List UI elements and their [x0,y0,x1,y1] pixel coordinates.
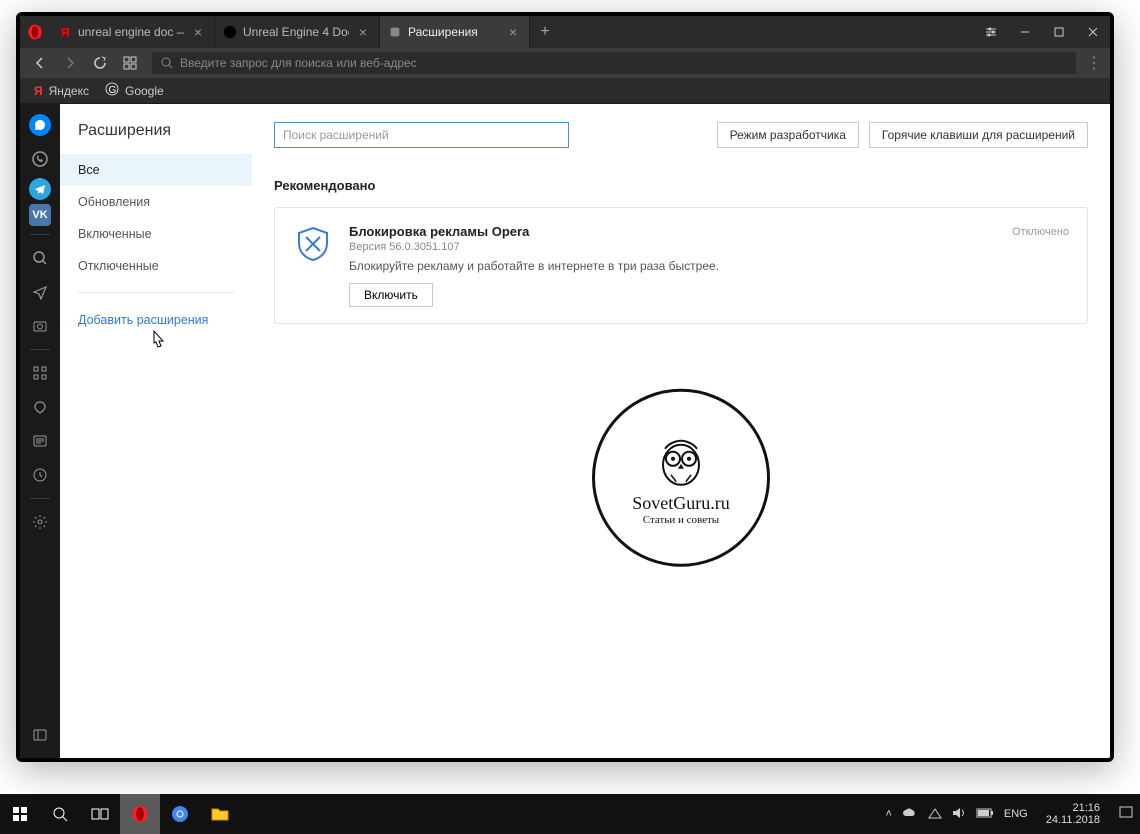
yandex-icon: Я [34,84,43,98]
bookmarks-bar: Я Яндекс G Google [20,78,1110,104]
adblock-icon [293,224,333,264]
nav-disabled[interactable]: Отключенные [60,250,252,282]
tray-date: 24.11.2018 [1046,814,1100,826]
dev-mode-button[interactable]: Режим разработчика [717,122,859,148]
watermark-title: SovetGuru.ru [632,492,730,513]
tab-label: unreal engine doc — Янд [78,25,184,39]
taskbar-chrome[interactable] [160,794,200,834]
enable-button[interactable]: Включить [349,283,433,307]
section-heading: Рекомендовано [274,178,1088,193]
page-title: Расширения [60,122,252,154]
tray-lang[interactable]: ENG [1004,808,1028,820]
google-icon: G [105,82,119,99]
bookmark-google[interactable]: G Google [105,82,164,99]
new-tab-button[interactable]: + [530,16,560,48]
tray-onedrive-icon[interactable] [902,807,918,822]
watermark: SovetGuru.ru Статьи и советы [591,388,771,568]
maximize-button[interactable] [1042,16,1076,48]
address-bar[interactable] [152,52,1076,74]
search-extensions-input[interactable] [274,122,569,148]
extension-card: Блокировка рекламы Opera Версия 56.0.305… [274,207,1088,324]
search-icon[interactable] [25,243,55,273]
close-icon[interactable]: × [355,24,371,40]
bookmarks-icon[interactable] [25,392,55,422]
add-extensions-link[interactable]: Добавить расширения [60,303,252,337]
extensions-sidebar: Расширения Все Обновления Включенные Отк… [60,104,252,758]
easy-setup-icon[interactable] [974,16,1008,48]
vk-icon[interactable]: VK [29,204,51,226]
extension-name: Блокировка рекламы Opera [349,224,1069,239]
rail-separator [30,349,50,350]
tray-volume-icon[interactable] [952,807,966,822]
taskbar-explorer[interactable] [200,794,240,834]
minimize-button[interactable] [1008,16,1042,48]
address-input[interactable] [180,56,1068,70]
search-taskbar-icon[interactable] [40,794,80,834]
hotkeys-button[interactable]: Горячие клавиши для расширений [869,122,1088,148]
tray-chevron-icon[interactable]: ˄ [885,808,891,820]
speed-dial-icon[interactable] [25,358,55,388]
messenger-icon[interactable] [29,114,51,136]
opera-logo-icon[interactable] [20,16,50,48]
bookmark-label: Google [125,84,164,98]
rail-separator [30,234,50,235]
nav-enabled[interactable]: Включенные [60,218,252,250]
extension-status: Отключено [1012,226,1069,238]
tab-2[interactable]: Unreal Engine 4 Documen × [215,16,380,48]
history-icon[interactable] [25,460,55,490]
taskbar-opera[interactable] [120,794,160,834]
tab-label: Unreal Engine 4 Documen [243,25,349,39]
close-button[interactable] [1076,16,1110,48]
bookmark-label: Яндекс [49,84,89,98]
yandex-favicon-icon: Я [58,25,72,39]
snapshot-icon[interactable] [25,311,55,341]
tab-strip: Я unreal engine doc — Янд × Unreal Engin… [50,16,974,48]
telegram-icon[interactable] [29,178,51,200]
close-icon[interactable]: × [505,24,521,40]
search-icon [160,56,174,70]
taskbar: ˄ ENG 21:16 24.11.2018 [0,794,1140,834]
tray-time: 21:16 [1046,802,1100,814]
divider [78,292,234,293]
settings-icon[interactable] [25,507,55,537]
rail-separator [30,498,50,499]
tray-battery-icon[interactable] [976,808,994,821]
start-button[interactable] [0,794,40,834]
speed-dial-button[interactable] [116,51,144,75]
svg-text:Я: Я [61,25,70,39]
tab-label: Расширения [408,25,499,39]
extension-description: Блокируйте рекламу и работайте в интерне… [349,259,1069,273]
flow-icon[interactable] [25,277,55,307]
menu-button[interactable]: ⋮ [1084,53,1104,73]
extensions-page: Расширения Все Обновления Включенные Отк… [60,104,1110,758]
forward-button[interactable] [56,51,84,75]
extensions-favicon-icon [388,25,402,39]
toolbar: ⋮ [20,48,1110,78]
whatsapp-icon[interactable] [25,144,55,174]
news-icon[interactable] [25,426,55,456]
panel-toggle-icon[interactable] [25,720,55,750]
titlebar: Я unreal engine doc — Янд × Unreal Engin… [20,16,1110,48]
owl-icon [651,430,711,486]
tray-clock[interactable]: 21:16 24.11.2018 [1038,802,1108,826]
extension-version: Версия 56.0.3051.107 [349,241,1069,253]
tab-1[interactable]: Я unreal engine doc — Янд × [50,16,215,48]
close-icon[interactable]: × [190,24,206,40]
svg-text:G: G [108,85,116,96]
bookmark-yandex[interactable]: Я Яндекс [34,84,89,98]
watermark-subtitle: Статьи и советы [643,513,719,525]
task-view-icon[interactable] [80,794,120,834]
tray-notifications-icon[interactable] [1118,805,1134,824]
nav-all[interactable]: Все [60,154,252,186]
back-button[interactable] [26,51,54,75]
ue-favicon-icon [223,25,237,39]
reload-button[interactable] [86,51,114,75]
left-rail: VK [20,104,60,758]
tray-network-icon[interactable] [928,807,942,822]
tab-3[interactable]: Расширения × [380,16,530,48]
nav-updates[interactable]: Обновления [60,186,252,218]
